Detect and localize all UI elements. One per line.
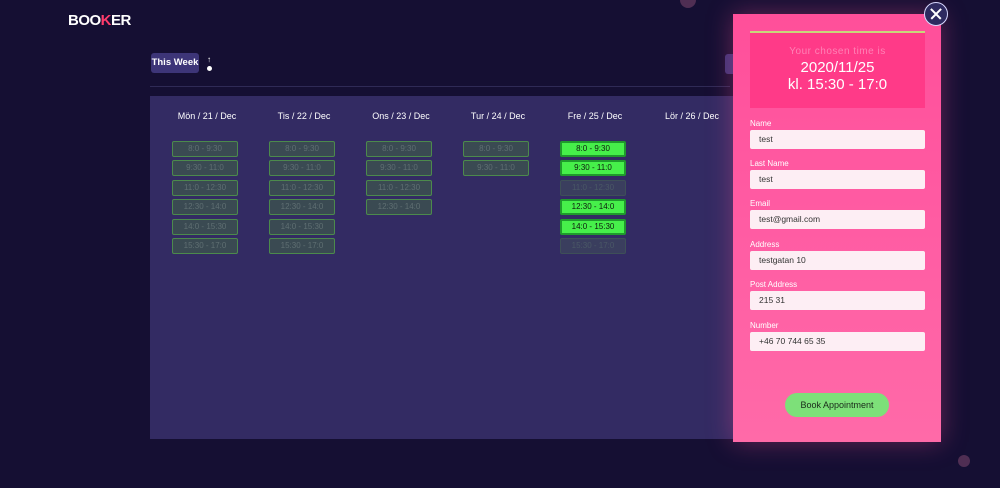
email-label: Email bbox=[750, 199, 771, 208]
week-navigation[interactable]: ↑ bbox=[207, 56, 213, 72]
chosen-time: kl. 15:30 - 17:0 bbox=[787, 76, 888, 93]
time-slot: 11:0 - 12:30 bbox=[269, 180, 335, 196]
booking-panel: Your chosen time is 2020/11/25 kl. 15:30… bbox=[733, 14, 941, 442]
header-divider bbox=[150, 86, 730, 87]
time-slot[interactable]: 8:0 - 9:30 bbox=[560, 141, 626, 157]
chosen-time-box: Your chosen time is 2020/11/25 kl. 15:30… bbox=[750, 33, 925, 108]
logo-text-end: ER bbox=[111, 12, 131, 29]
time-slot: 8:0 - 9:30 bbox=[463, 141, 529, 157]
number-input[interactable]: +46 70 744 65 35 bbox=[750, 332, 925, 351]
time-slot: 14:0 - 15:30 bbox=[172, 219, 238, 235]
day-header: Tur / 24 / Dec bbox=[470, 111, 526, 121]
time-slot[interactable]: 14:0 - 15:30 bbox=[560, 219, 626, 235]
close-icon[interactable] bbox=[924, 2, 948, 26]
day-header: Lör / 26 / Dec bbox=[664, 111, 720, 121]
logo-text-main: BOO bbox=[68, 12, 101, 29]
time-slot: 11:0 - 12:30 bbox=[366, 180, 432, 196]
book-appointment-button[interactable]: Book Appointment bbox=[785, 393, 889, 417]
previous-week-dot-icon[interactable] bbox=[207, 66, 212, 71]
day-header: Fre / 25 / Dec bbox=[567, 111, 623, 121]
time-slot: 14:0 - 15:30 bbox=[269, 219, 335, 235]
chosen-date: 2020/11/25 bbox=[800, 59, 875, 76]
time-slot: 12:30 - 14:0 bbox=[172, 199, 238, 215]
last-name-label: Last Name bbox=[750, 159, 789, 168]
day-header: Tis / 22 / Dec bbox=[277, 111, 331, 121]
number-label: Number bbox=[750, 321, 779, 330]
this-week-button[interactable]: This Week bbox=[151, 53, 199, 73]
time-slot[interactable]: 9:30 - 11:0 bbox=[560, 160, 626, 176]
address-label: Address bbox=[750, 240, 780, 249]
chosen-time-label: Your chosen time is bbox=[789, 46, 886, 57]
next-week-arrow-icon[interactable]: ↑ bbox=[207, 56, 211, 64]
decorative-glow bbox=[680, 0, 696, 8]
time-slot[interactable]: 12:30 - 14:0 bbox=[560, 199, 626, 215]
email-input[interactable]: test@gmail.com bbox=[750, 210, 925, 229]
time-slot: 8:0 - 9:30 bbox=[172, 141, 238, 157]
booker-logo: BOOKER bbox=[68, 12, 131, 29]
time-slot: 11:0 - 12:30 bbox=[172, 180, 238, 196]
time-slot: 12:30 - 14:0 bbox=[269, 199, 335, 215]
day-header: Mön / 21 / Dec bbox=[177, 111, 237, 121]
logo-text-accent: K bbox=[100, 12, 112, 29]
time-slot: 9:30 - 11:0 bbox=[366, 160, 432, 176]
last-name-input[interactable]: test bbox=[750, 170, 925, 189]
week-calendar: Mön / 21 / Dec 8:0 - 9:30 9:30 - 11:0 11:0 … bbox=[150, 96, 735, 439]
time-slot: 8:0 - 9:30 bbox=[366, 141, 432, 157]
time-slot: 15:30 - 17:0 bbox=[560, 238, 626, 254]
time-slot: 9:30 - 11:0 bbox=[172, 160, 238, 176]
time-slot: 9:30 - 11:0 bbox=[269, 160, 335, 176]
time-slot: 15:30 - 17:0 bbox=[172, 238, 238, 254]
post-address-label: Post Address bbox=[750, 280, 798, 289]
time-slot: 11:0 - 12:30 bbox=[560, 180, 626, 196]
time-slot: 15:30 - 17:0 bbox=[269, 238, 335, 254]
name-input[interactable]: test bbox=[750, 130, 925, 149]
time-slot: 12:30 - 14:0 bbox=[366, 199, 432, 215]
time-slot: 8:0 - 9:30 bbox=[269, 141, 335, 157]
decorative-glow bbox=[958, 455, 970, 467]
day-header: Ons / 23 / Dec bbox=[372, 111, 430, 121]
address-input[interactable]: testgatan 10 bbox=[750, 251, 925, 270]
post-address-input[interactable]: 215 31 bbox=[750, 291, 925, 310]
name-label: Name bbox=[750, 119, 772, 128]
time-slot: 9:30 - 11:0 bbox=[463, 160, 529, 176]
